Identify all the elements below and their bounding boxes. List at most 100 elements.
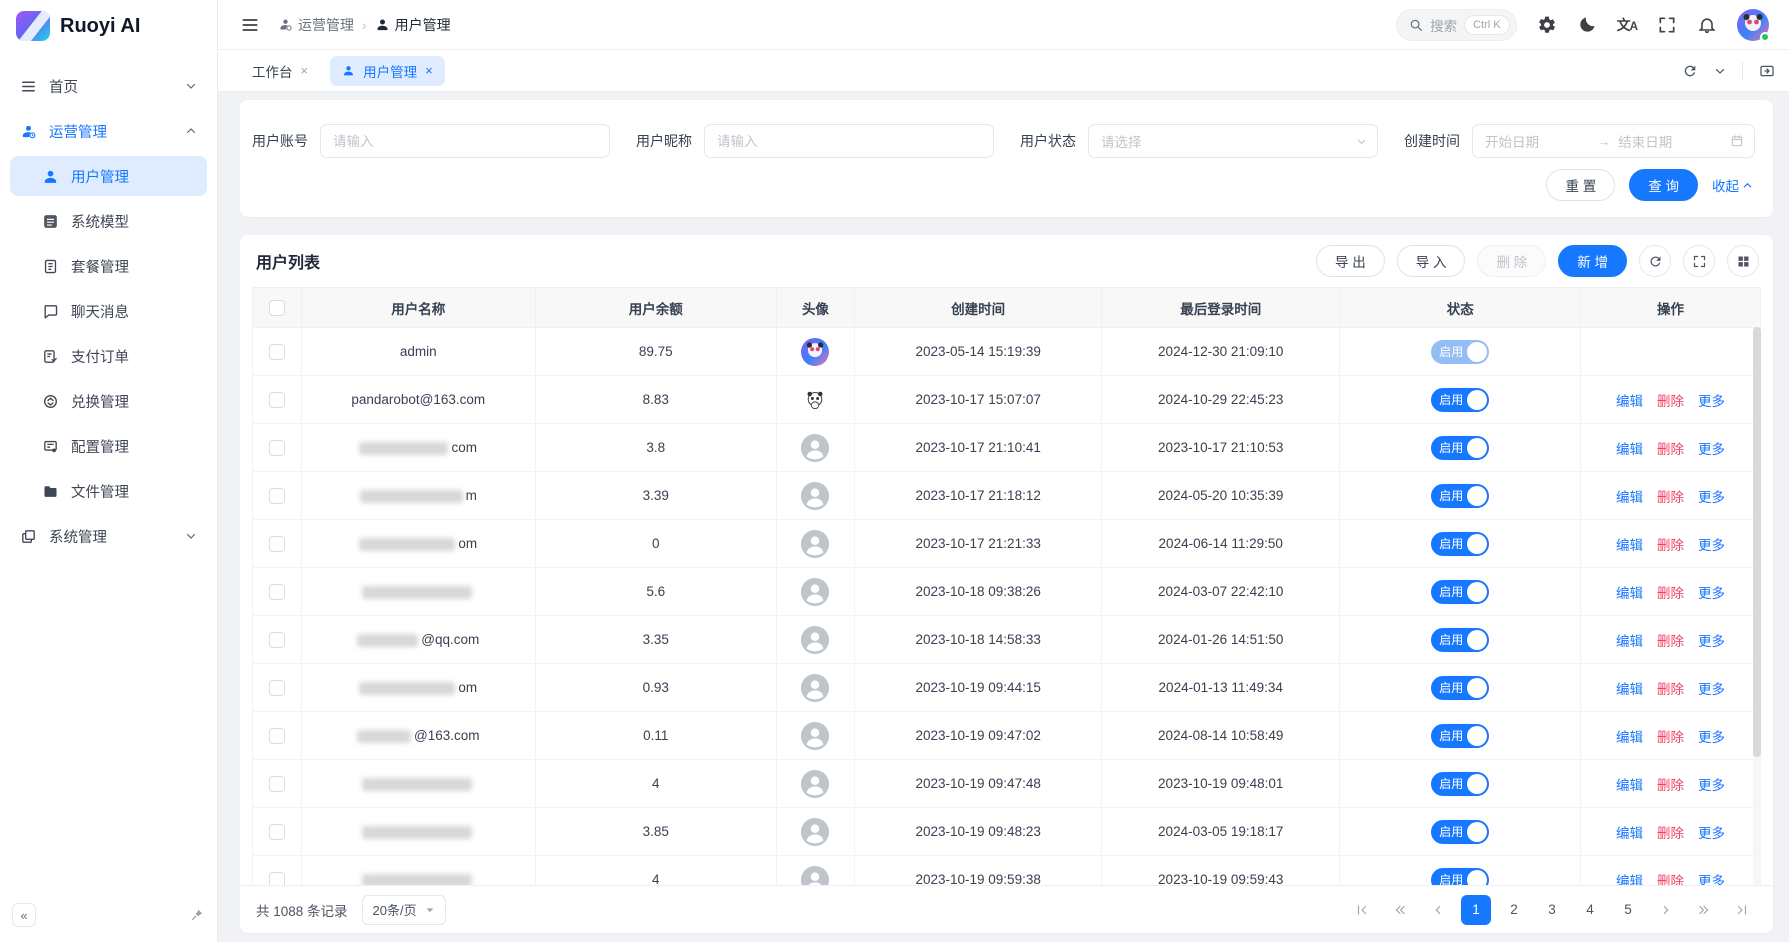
status-toggle[interactable]: 启用 [1431,340,1489,364]
page-button-3[interactable]: 3 [1537,895,1567,925]
sidebar-item-home[interactable]: 首页 [10,66,207,106]
more-link[interactable]: 更多 [1698,778,1725,793]
scrollbar-thumb[interactable] [1753,327,1761,757]
status-toggle[interactable]: 启用 [1431,724,1489,748]
delete-link[interactable]: 删除 [1657,682,1684,697]
status-toggle[interactable]: 启用 [1431,628,1489,652]
edit-link[interactable]: 编辑 [1616,634,1643,649]
more-link[interactable]: 更多 [1698,682,1725,697]
status-toggle[interactable]: 启用 [1431,484,1489,508]
settings-gear-icon[interactable] [1537,15,1557,35]
edit-link[interactable]: 编辑 [1616,586,1643,601]
menu-toggle-icon[interactable] [240,15,260,35]
delete-link[interactable]: 删除 [1657,730,1684,745]
more-link[interactable]: 更多 [1698,874,1725,886]
notifications-bell-icon[interactable] [1697,15,1717,35]
delete-link[interactable]: 删除 [1657,586,1684,601]
page-button-5[interactable]: 5 [1613,895,1643,925]
breadcrumb-item-operations[interactable]: 运营管理 [278,15,354,35]
row-checkbox[interactable] [269,392,285,408]
reset-button[interactable]: 重 置 [1546,169,1615,201]
dark-mode-moon-icon[interactable] [1577,15,1597,35]
sidebar-subitem-1[interactable]: 系统模型 [10,201,207,241]
more-link[interactable]: 更多 [1698,634,1725,649]
status-toggle[interactable]: 启用 [1431,388,1489,412]
status-toggle[interactable]: 启用 [1431,436,1489,460]
edit-link[interactable]: 编辑 [1616,538,1643,553]
delete-link[interactable]: 删除 [1657,394,1684,409]
delete-button[interactable]: 删 除 [1477,245,1546,277]
page-button-1[interactable]: 1 [1461,895,1491,925]
page-button-4[interactable]: 4 [1575,895,1605,925]
edit-link[interactable]: 编辑 [1616,682,1643,697]
more-link[interactable]: 更多 [1698,586,1725,601]
logo[interactable]: Ruoyi AI [0,0,217,52]
sidebar-collapse-button[interactable]: « [12,903,36,927]
refresh-icon[interactable] [1682,63,1698,79]
delete-link[interactable]: 删除 [1657,826,1684,841]
next-page-button[interactable] [1651,895,1681,925]
row-checkbox[interactable] [269,776,285,792]
status-select[interactable]: 请选择 [1088,124,1378,158]
tab-user-management[interactable]: 用户管理 × [330,56,445,86]
delete-link[interactable]: 删除 [1657,442,1684,457]
collapse-link[interactable]: 收起 [1712,175,1753,195]
edit-link[interactable]: 编辑 [1616,778,1643,793]
sidebar-item-system[interactable]: 系统管理 [10,516,207,556]
breadcrumb-item-user-management[interactable]: 用户管理 [375,15,451,35]
row-checkbox[interactable] [269,536,285,552]
page-button-2[interactable]: 2 [1499,895,1529,925]
add-button[interactable]: 新 增 [1558,245,1627,277]
status-toggle[interactable]: 启用 [1431,772,1489,796]
first-page-button[interactable] [1347,895,1377,925]
delete-link[interactable]: 删除 [1657,490,1684,505]
global-search[interactable]: 搜索 Ctrl K [1396,9,1517,41]
row-checkbox[interactable] [269,632,285,648]
status-toggle[interactable]: 启用 [1431,820,1489,844]
edit-link[interactable]: 编辑 [1616,394,1643,409]
import-button[interactable]: 导 入 [1397,245,1466,277]
more-link[interactable]: 更多 [1698,490,1725,505]
sidebar-item-operations[interactable]: 运营管理 [10,111,207,151]
date-range-picker[interactable]: 开始日期 → 结束日期 [1472,124,1755,158]
last-page-button[interactable] [1727,895,1757,925]
export-button[interactable]: 导 出 [1316,245,1385,277]
sidebar-subitem-6[interactable]: 配置管理 [10,426,207,466]
edit-link[interactable]: 编辑 [1616,730,1643,745]
status-toggle[interactable]: 启用 [1431,676,1489,700]
row-checkbox[interactable] [269,488,285,504]
more-link[interactable]: 更多 [1698,826,1725,841]
close-icon[interactable]: × [425,63,433,78]
status-toggle[interactable]: 启用 [1431,532,1489,556]
more-link[interactable]: 更多 [1698,442,1725,457]
page-size-select[interactable]: 20条/页 [362,895,446,925]
edit-link[interactable]: 编辑 [1616,826,1643,841]
delete-link[interactable]: 删除 [1657,538,1684,553]
more-link[interactable]: 更多 [1698,538,1725,553]
sidebar-subitem-5[interactable]: 兑换管理 [10,381,207,421]
refresh-icon[interactable] [1639,245,1671,277]
row-checkbox[interactable] [269,584,285,600]
status-toggle[interactable]: 启用 [1431,868,1489,886]
edit-link[interactable]: 编辑 [1616,874,1643,886]
edit-link[interactable]: 编辑 [1616,442,1643,457]
column-settings-icon[interactable] [1727,245,1759,277]
translate-icon[interactable]: 文A [1617,15,1637,35]
row-checkbox[interactable] [269,824,285,840]
row-checkbox[interactable] [269,680,285,696]
sidebar-subitem-3[interactable]: 聊天消息 [10,291,207,331]
delete-link[interactable]: 删除 [1657,778,1684,793]
user-avatar[interactable] [1737,9,1769,41]
nickname-input[interactable] [704,124,994,158]
sidebar-subitem-2[interactable]: 套餐管理 [10,246,207,286]
next2-page-button[interactable] [1689,895,1719,925]
chevron-down-icon[interactable] [1714,65,1726,77]
table-scrollbar[interactable] [1753,327,1761,885]
search-button[interactable]: 查 询 [1629,169,1698,201]
more-link[interactable]: 更多 [1698,730,1725,745]
delete-link[interactable]: 删除 [1657,874,1684,886]
row-checkbox[interactable] [269,344,285,360]
delete-link[interactable]: 删除 [1657,634,1684,649]
layout-fullscreen-icon[interactable] [1759,63,1775,79]
sidebar-subitem-0[interactable]: 用户管理 [10,156,207,196]
